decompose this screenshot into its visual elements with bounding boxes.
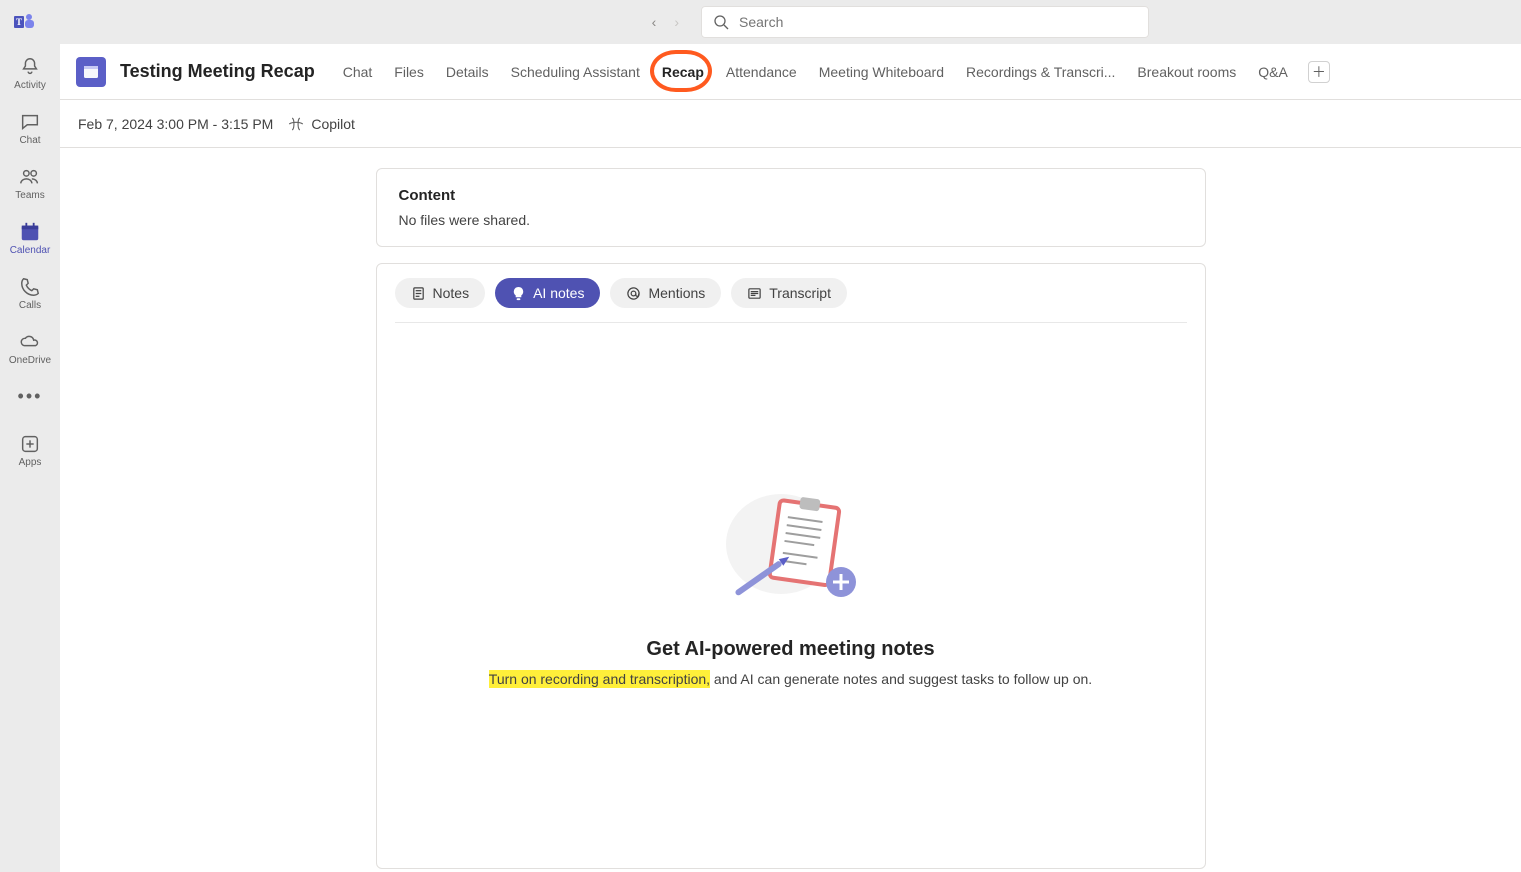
empty-state-rest: and AI can generate notes and suggest ta… <box>710 671 1092 687</box>
tab-meeting-whiteboard[interactable]: Meeting Whiteboard <box>817 60 946 84</box>
tab-files[interactable]: Files <box>392 60 426 84</box>
sidebar-item-teams[interactable]: Teams <box>2 162 58 205</box>
copilot-button[interactable]: Copilot <box>287 115 355 133</box>
meeting-title: Testing Meeting Recap <box>120 61 315 82</box>
ai-notes-empty-state: Get AI-powered meeting notes Turn on rec… <box>395 322 1187 868</box>
pill-label: Transcript <box>769 285 831 301</box>
meeting-tabs: Chat Files Details Scheduling Assistant … <box>341 60 1330 84</box>
empty-state-highlight: Turn on recording and transcription, <box>489 670 710 688</box>
copilot-label: Copilot <box>311 116 355 132</box>
empty-state-description: Turn on recording and transcription, and… <box>489 671 1092 687</box>
notes-pillbar: Notes AI notes Mentions Transcript <box>395 278 1187 308</box>
search-box[interactable] <box>701 6 1149 38</box>
pill-mentions[interactable]: Mentions <box>610 278 721 308</box>
sidebar-item-calls[interactable]: Calls <box>2 272 58 315</box>
content-area: Content No files were shared. Notes AI n… <box>60 148 1521 872</box>
main-pane: Testing Meeting Recap Chat Files Details… <box>60 44 1521 872</box>
pill-label: Notes <box>433 285 470 301</box>
clipboard-illustration <box>721 484 861 614</box>
notes-icon <box>411 286 426 301</box>
ai-bulb-icon <box>511 286 526 301</box>
sidebar-item-activity[interactable]: Activity <box>2 52 58 95</box>
pill-transcript[interactable]: Transcript <box>731 278 847 308</box>
pill-ai-notes[interactable]: AI notes <box>495 278 600 308</box>
cloud-icon <box>19 331 41 353</box>
meeting-badge-icon <box>76 57 106 87</box>
content-card-title: Content <box>399 187 1183 204</box>
sidebar-item-label: Teams <box>15 190 44 201</box>
back-button[interactable]: ‹ <box>652 14 657 30</box>
tab-qa[interactable]: Q&A <box>1256 60 1290 84</box>
tab-details[interactable]: Details <box>444 60 491 84</box>
mention-icon <box>626 286 641 301</box>
copilot-icon <box>287 115 305 133</box>
search-icon <box>713 14 729 30</box>
search-input[interactable] <box>739 14 1137 30</box>
content-card-message: No files were shared. <box>399 212 1183 228</box>
content-card: Content No files were shared. <box>376 168 1206 247</box>
teams-logo-icon: T <box>12 10 36 34</box>
more-icon: ••• <box>18 386 43 407</box>
sidebar-item-label: Activity <box>14 80 46 91</box>
sidebar-item-label: Apps <box>19 457 42 468</box>
transcript-icon <box>747 286 762 301</box>
add-tab-button[interactable]: ＋ <box>1308 61 1330 83</box>
sidebar-item-label: OneDrive <box>9 355 51 366</box>
sidebar-item-onedrive[interactable]: OneDrive <box>2 327 58 370</box>
sidebar-item-chat[interactable]: Chat <box>2 107 58 150</box>
tab-chat[interactable]: Chat <box>341 60 375 84</box>
titlebar: T ‹ › <box>0 0 1521 44</box>
sidebar-item-label: Calls <box>19 300 41 311</box>
nav-arrows: ‹ › <box>652 14 679 30</box>
phone-icon <box>19 276 41 298</box>
sidebar-item-label: Calendar <box>10 245 51 256</box>
meeting-datetime: Feb 7, 2024 3:00 PM - 3:15 PM <box>78 116 273 132</box>
sidebar-item-apps[interactable]: Apps <box>2 429 58 472</box>
apps-plus-icon <box>19 433 41 455</box>
forward-button[interactable]: › <box>674 14 679 30</box>
tab-recap[interactable]: Recap <box>660 60 706 84</box>
tab-recordings-transcripts[interactable]: Recordings & Transcri... <box>964 60 1117 84</box>
plus-icon: ＋ <box>1312 62 1326 82</box>
ai-notes-card: Notes AI notes Mentions Transcript <box>376 263 1206 869</box>
tab-breakout-rooms[interactable]: Breakout rooms <box>1135 60 1238 84</box>
meeting-tabbar: Testing Meeting Recap Chat Files Details… <box>60 44 1521 100</box>
bell-icon <box>19 56 41 78</box>
app-rail: Activity Chat Teams Calendar Calls OneDr… <box>0 44 60 872</box>
sidebar-item-label: Chat <box>19 135 40 146</box>
pill-label: Mentions <box>648 285 705 301</box>
tab-recap-label: Recap <box>662 64 704 80</box>
empty-state-title: Get AI-powered meeting notes <box>646 638 934 661</box>
pill-notes[interactable]: Notes <box>395 278 486 308</box>
meeting-subbar: Feb 7, 2024 3:00 PM - 3:15 PM Copilot <box>60 100 1521 148</box>
tab-scheduling-assistant[interactable]: Scheduling Assistant <box>509 60 642 84</box>
sidebar-item-calendar[interactable]: Calendar <box>2 217 58 260</box>
people-icon <box>19 166 41 188</box>
tab-attendance[interactable]: Attendance <box>724 60 799 84</box>
sidebar-item-more[interactable]: ••• <box>2 382 58 411</box>
svg-text:T: T <box>16 17 22 27</box>
chat-icon <box>19 111 41 133</box>
calendar-icon <box>19 221 41 243</box>
pill-label: AI notes <box>533 285 584 301</box>
